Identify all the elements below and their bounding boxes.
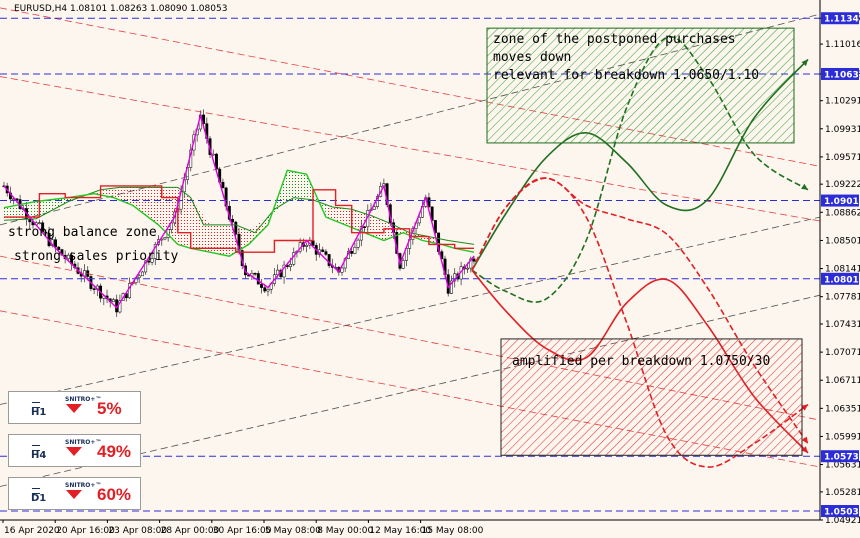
arrow-down-icon [66, 447, 82, 456]
candle-body [163, 237, 167, 240]
cloud-segment [287, 170, 307, 202]
snitro-widget-h1: H1 SNITRO+™ 5% [8, 391, 141, 424]
chart-title: EURUSD,H4 1.08101 1.08263 1.08090 1.0805… [14, 4, 227, 14]
y-tick-label: 1.05991 [825, 432, 860, 442]
candle-body [54, 239, 57, 248]
y-tick-label: 1.10291 [825, 97, 860, 107]
x-tick-label: 15 May 08:00 [422, 526, 484, 536]
level-price-label: 1.08010 [824, 275, 860, 285]
y-tick-label: 1.07781 [825, 293, 860, 303]
candle-body [112, 299, 115, 303]
candle-body [356, 239, 360, 248]
y-tick-label: 1.06351 [825, 404, 860, 414]
candle-body [305, 244, 309, 247]
level-price-label: 1.10633 [824, 70, 860, 80]
level-price-label: 1.09012 [824, 197, 860, 207]
candle-body [253, 272, 257, 275]
widget-value: 5% [97, 399, 122, 418]
candle-body [311, 240, 315, 246]
level-price-label: 1.11347 [824, 15, 860, 25]
candle-body [353, 247, 357, 254]
widget-timeframe: H1 [31, 402, 47, 418]
candle-body [140, 271, 144, 277]
candle-body [266, 289, 270, 292]
candle-body [260, 283, 263, 288]
candle-body [263, 287, 267, 292]
level-price-label: 1.05738 [824, 453, 860, 463]
widget-brand: SNITRO+™ [65, 396, 102, 403]
y-tick-label: 1.07071 [825, 348, 860, 358]
annotation-strong-balance: strong balance zone [8, 225, 157, 240]
widget-value: 60% [97, 485, 132, 504]
arrow-down-icon [66, 404, 82, 413]
y-tick-label: 1.09222 [825, 180, 860, 190]
y-tick-label: 1.07431 [825, 320, 860, 330]
snitro-widget-h4: H4 SNITRO+™ 49% [8, 434, 141, 467]
candle-body [231, 219, 235, 223]
candle-body [321, 249, 325, 252]
x-tick-label: 28 Apr 00:00 [161, 526, 220, 536]
annotation-strong-sales: strong sales priority [14, 249, 179, 264]
candle-body [472, 258, 476, 262]
candle-body [324, 251, 328, 255]
x-tick-label: 5 May 08:00 [265, 526, 321, 536]
y-tick-label: 1.09571 [825, 153, 860, 163]
candle-body [466, 267, 470, 270]
snitro-widget-d1: D1 SNITRO+™ 60% [8, 477, 141, 510]
widget-value: 49% [97, 442, 132, 461]
level-price-label: 1.05036 [824, 508, 860, 518]
widget-timeframe: H4 [31, 445, 47, 461]
annotation-moves-down: moves down [493, 50, 571, 65]
y-tick-label: 1.08501 [825, 236, 860, 246]
widget-brand: SNITRO+™ [65, 482, 102, 489]
x-tick-label: 30 Apr 16:00 [213, 526, 272, 536]
candle-body [137, 275, 141, 278]
x-tick-label: 23 Apr 08:00 [108, 526, 167, 536]
candle-body [401, 260, 405, 269]
annotation-breakdown-110: relevant for breakdown 1.0650/1.10 [493, 68, 759, 83]
candle-body [350, 251, 354, 254]
y-tick-label: 1.09931 [825, 125, 860, 135]
annotation-amplified-breakdown: amplified per breakdown 1.0750/30 [512, 354, 770, 369]
candle-body [289, 264, 292, 268]
y-tick-label: 1.08862 [825, 208, 860, 218]
x-tick-label: 16 Apr 2020 [4, 526, 60, 536]
y-tick-label: 1.06711 [825, 376, 860, 386]
y-tick-label: 1.05281 [825, 488, 860, 498]
candle-body [92, 288, 96, 290]
y-tick-label: 1.11016 [825, 40, 860, 50]
widget-brand: SNITRO+™ [65, 439, 102, 446]
candle-body [363, 226, 366, 228]
x-tick-label: 8 May 00:00 [317, 526, 373, 536]
annotation-postponed-purchases: zone of the postponed purchases [493, 32, 736, 47]
candle-body [37, 222, 41, 225]
cloud-segment [210, 224, 230, 257]
candle-body [234, 221, 238, 235]
candle-body [221, 181, 225, 189]
widget-timeframe: D1 [31, 488, 47, 504]
arrow-down-icon [66, 490, 82, 499]
x-tick-label: 20 Apr 16:00 [56, 526, 115, 536]
